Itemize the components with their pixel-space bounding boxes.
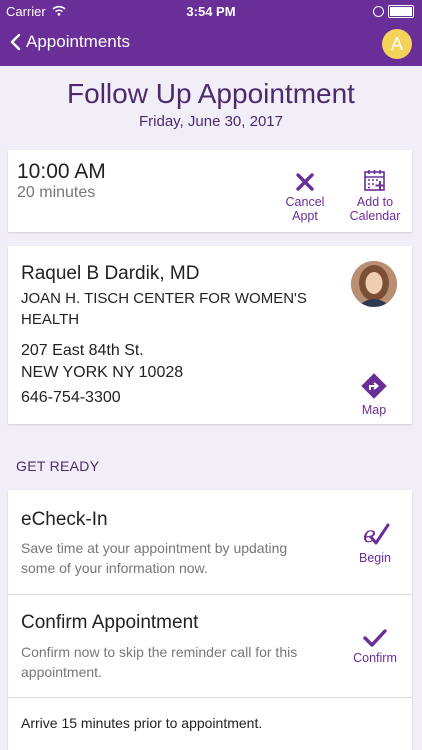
back-label: Appointments bbox=[26, 32, 130, 51]
provider-location-line1: JOAN H. TISCH CENTER FOR WOMEN'S bbox=[21, 290, 307, 307]
calendar-add-icon bbox=[364, 170, 385, 191]
cancel-label-line2: Appt bbox=[292, 209, 318, 223]
provider-phone[interactable]: 646-754-3300 bbox=[21, 389, 121, 407]
confirm-desc-line2: appointment. bbox=[21, 664, 102, 680]
echeckin-description: Save time at your appointment by updatin… bbox=[21, 538, 321, 578]
provider-location-line2: HEALTH bbox=[21, 311, 80, 328]
appointment-date: Friday, June 30, 2017 bbox=[139, 113, 283, 130]
provider-photo bbox=[351, 261, 397, 307]
directions-icon bbox=[361, 373, 387, 399]
svg-text:e: e bbox=[363, 523, 376, 548]
confirm-label: Confirm bbox=[353, 651, 397, 665]
echeckin-desc-line1: Save time at your appointment by updatin… bbox=[21, 540, 288, 556]
confirm-appointment-button[interactable]: Confirm bbox=[346, 628, 404, 665]
appointment-time-card: 10:00 AM 20 minutes Cancel Appt Add to C… bbox=[8, 150, 412, 232]
checkmark-icon bbox=[363, 629, 387, 647]
add-to-calendar-button[interactable]: Add to Calendar bbox=[343, 168, 407, 223]
address-line1: 207 East 84th St. bbox=[21, 342, 144, 359]
confirm-title: Confirm Appointment bbox=[21, 612, 199, 633]
calendar-label-line2: Calendar bbox=[349, 209, 401, 223]
get-ready-header: GET READY bbox=[16, 458, 100, 474]
cancel-label-line1: Cancel bbox=[285, 195, 325, 209]
row-divider bbox=[8, 594, 412, 595]
close-icon bbox=[296, 173, 314, 191]
arrival-note: Arrive 15 minutes prior to appointment. bbox=[21, 715, 263, 731]
get-ready-card: eCheck-In Save time at your appointment … bbox=[8, 490, 412, 750]
status-time: 3:54 PM bbox=[186, 4, 236, 19]
provider-address: 207 East 84th St. NEW YORK NY 10028 bbox=[21, 340, 183, 384]
begin-echeckin-button[interactable]: e Begin bbox=[347, 520, 403, 565]
back-button[interactable]: Appointments bbox=[10, 32, 130, 52]
address-line2: NEW YORK NY 10028 bbox=[21, 364, 184, 381]
cancel-appointment-button[interactable]: Cancel Appt bbox=[278, 172, 332, 223]
map-button[interactable]: Map bbox=[348, 372, 400, 417]
chevron-left-icon bbox=[10, 33, 21, 51]
echeckin-desc-line2: some of your information now. bbox=[21, 560, 208, 576]
echeckin-title: eCheck-In bbox=[21, 509, 108, 530]
provider-location: JOAN H. TISCH CENTER FOR WOMEN'S HEALTH bbox=[21, 288, 321, 330]
confirm-desc-line1: Confirm now to skip the reminder call fo… bbox=[21, 644, 298, 660]
appointment-duration: 20 minutes bbox=[17, 184, 96, 201]
map-label: Map bbox=[361, 403, 387, 417]
echeckin-icon: e bbox=[363, 523, 390, 548]
status-bar: Carrier 3:54 PM bbox=[0, 0, 422, 22]
user-avatar[interactable]: A bbox=[382, 29, 412, 59]
confirm-description: Confirm now to skip the reminder call fo… bbox=[21, 642, 321, 682]
page-title: Follow Up Appointment bbox=[67, 78, 355, 109]
provider-name: Raquel B Dardik, MD bbox=[21, 263, 200, 284]
calendar-label-line1: Add to bbox=[356, 195, 394, 209]
battery-icon bbox=[388, 5, 414, 18]
provider-card: Raquel B Dardik, MD JOAN H. TISCH CENTER… bbox=[8, 246, 412, 424]
row-divider bbox=[8, 697, 412, 698]
appointment-time: 10:00 AM bbox=[17, 160, 106, 183]
begin-label: Begin bbox=[359, 551, 391, 565]
alarm-icon bbox=[373, 6, 384, 17]
navigation-bar: Appointments A bbox=[0, 22, 422, 66]
